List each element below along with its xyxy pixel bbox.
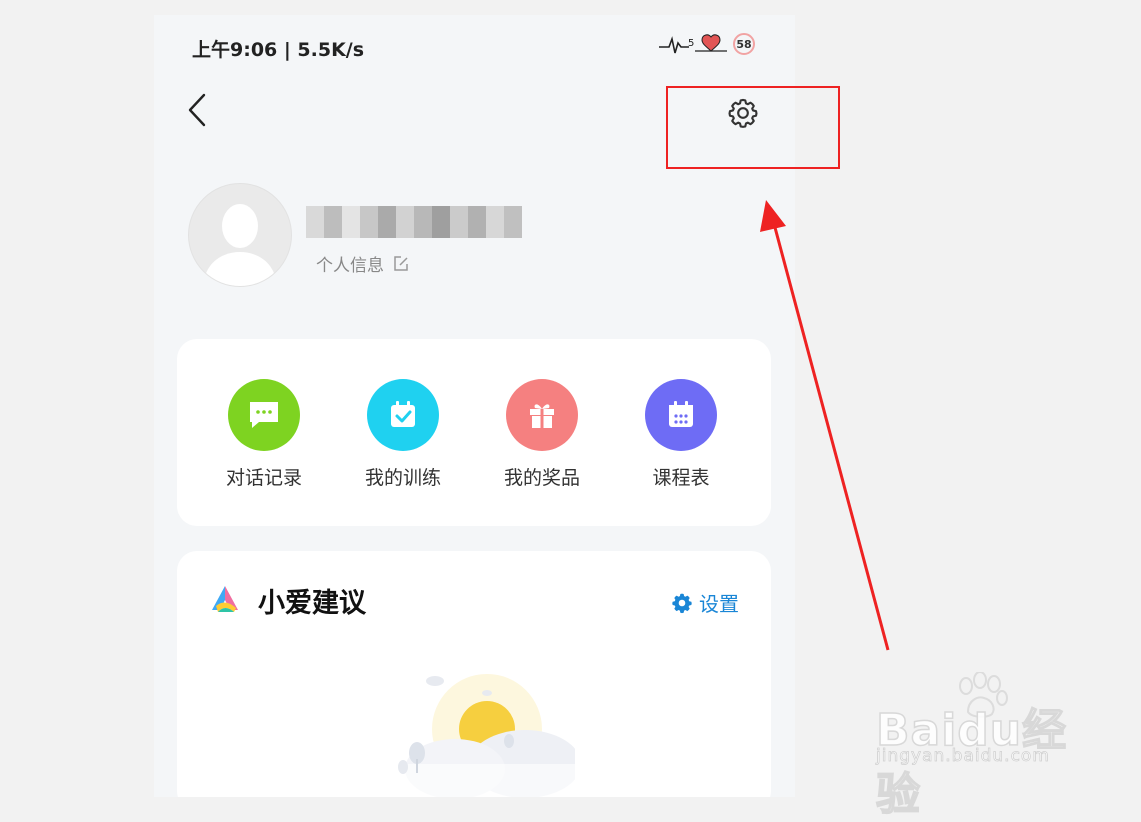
- quick-action-label: 我的训练: [364, 467, 441, 489]
- watermark-url: jingyan.baidu.com: [876, 746, 1050, 767]
- chat-icon: [228, 379, 300, 451]
- quick-actions-card: 对话记录 我的训练 我的奖品 课程表: [177, 339, 771, 526]
- quick-action-chat-history[interactable]: 对话记录: [209, 379, 319, 490]
- quick-action-label: 课程表: [652, 467, 710, 489]
- quick-action-my-training[interactable]: 我的训练: [348, 379, 458, 490]
- quick-action-my-prizes[interactable]: 我的奖品: [487, 379, 597, 490]
- calendar-check-icon: [367, 379, 439, 451]
- quick-action-schedule[interactable]: 课程表: [626, 379, 736, 490]
- gift-icon: [506, 379, 578, 451]
- xiaoai-title: 小爱建议: [258, 588, 366, 619]
- heartbeat-icon: 5: [659, 34, 727, 54]
- default-avatar-icon: [203, 204, 277, 286]
- status-time: 上午9:06 | 5.5K/s: [192, 39, 365, 61]
- personal-info-link[interactable]: 个人信息: [316, 251, 410, 276]
- heart-count: 5: [688, 38, 694, 49]
- edit-icon: [394, 255, 408, 271]
- gear-icon: [672, 593, 692, 613]
- highlight-box: [666, 86, 840, 169]
- status-icons: 5 58: [659, 31, 755, 57]
- xiaoai-suggestion-card: 小爱建议 设置: [177, 551, 771, 797]
- baidu-watermark: Baidu经验 jingyan.baidu.com: [872, 672, 1092, 821]
- xiaoai-logo-icon: [212, 586, 238, 612]
- schedule-icon: [645, 379, 717, 451]
- personal-info-label: 个人信息: [316, 256, 384, 276]
- quick-action-label: 我的奖品: [503, 467, 580, 489]
- battery-indicator: 58: [733, 33, 755, 55]
- sunny-illustration: [395, 674, 575, 797]
- username-blurred: [306, 206, 522, 238]
- avatar[interactable]: [188, 183, 292, 287]
- xiaoai-settings-label: 设置: [699, 592, 739, 616]
- xiaoai-settings-link[interactable]: 设置: [671, 588, 739, 617]
- back-icon[interactable]: [184, 93, 214, 127]
- quick-action-label: 对话记录: [225, 467, 302, 489]
